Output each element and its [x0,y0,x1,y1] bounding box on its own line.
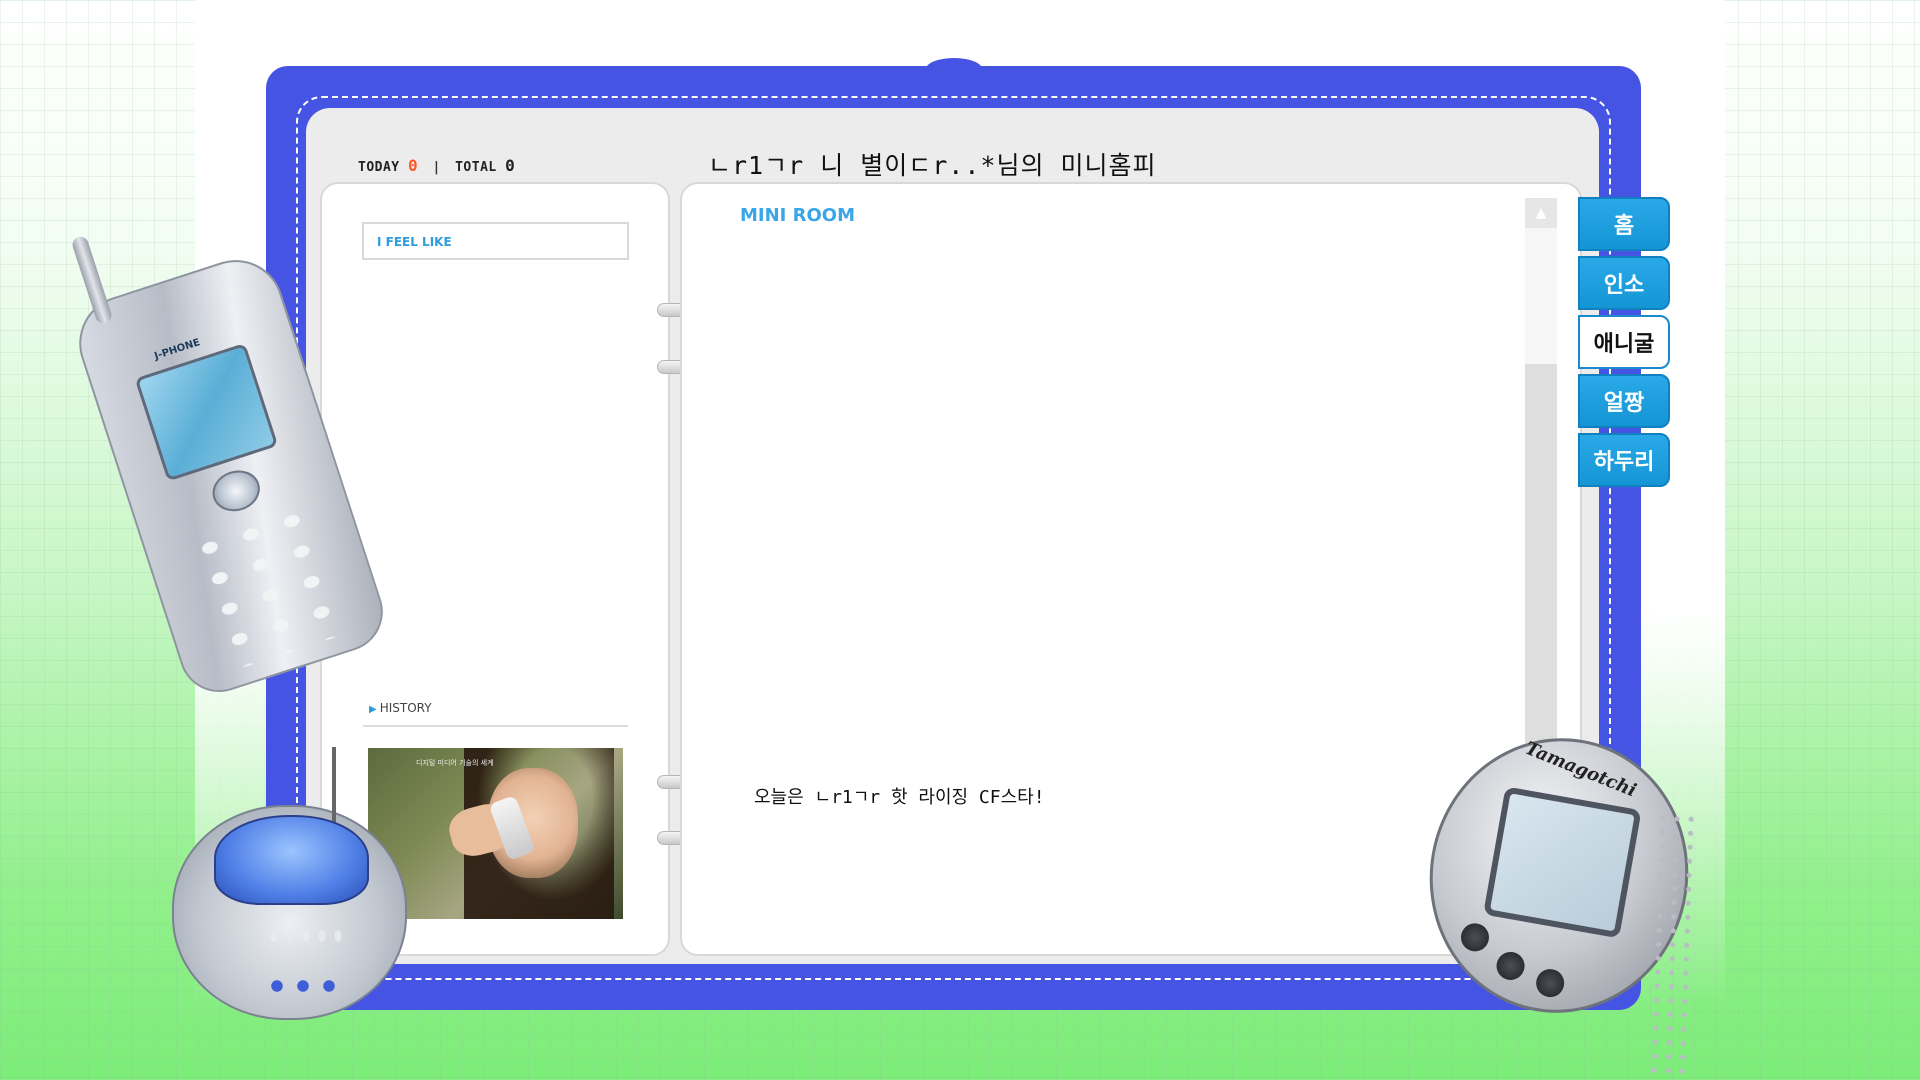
feel-label: I FEEL LIKE [377,235,452,249]
mini-room-caption: 오늘은 ㄴr1ㄱr 핫 라이징 CF스타! [754,787,1045,808]
history-photo[interactable]: 디지털 미디어 기술의 세계 [368,748,623,919]
phone-keypad [184,498,352,673]
tamagotchi-screen [1483,786,1642,939]
triangle-right-icon: ▶ [369,704,377,715]
tab-eoljjang[interactable]: 얼짱 [1578,374,1670,428]
visitor-counter: TODAY 0 | TOTAL 0 [358,156,515,175]
cd-player-image [172,747,407,1020]
tab-anigul[interactable]: 애니굴 [1578,315,1670,369]
history-label: HISTORY [379,701,432,715]
tab-haduri[interactable]: 하두리 [1578,433,1670,487]
binder-notch [926,58,982,80]
phone-dpad [207,464,266,518]
phone-screen [134,342,279,482]
tab-home[interactable]: 홈 [1578,197,1670,251]
phone-antenna [70,234,114,326]
today-count: 0 [407,156,419,175]
total-count: 0 [505,156,516,175]
stereo-antenna [332,747,336,827]
today-label: TODAY [358,160,400,175]
tamagotchi-button [1494,949,1527,983]
history-divider [363,725,628,727]
scroll-up-arrow-icon[interactable]: ▲ [1525,198,1557,228]
history-heading[interactable]: ▶ HISTORY [369,701,432,715]
scrollbar-thumb[interactable] [1525,228,1557,365]
tab-inso[interactable]: 인소 [1578,256,1670,310]
counter-separator: | [432,160,441,175]
stereo-buttons [266,925,346,947]
tamagotchi-chain [1646,811,1697,1080]
mini-room-title: MINI ROOM [740,205,856,226]
stereo-dials [264,975,344,997]
photo-caption: 디지털 미디어 기술의 세계 [416,759,494,767]
stereo-lid [214,815,369,905]
tamagotchi-button [1458,921,1492,954]
homepage-title: ㄴr1ㄱr 니 별이ㄷr..*님의 미니홈피 [708,151,1157,180]
total-label: TOTAL [455,160,497,175]
tamagotchi-button [1533,966,1567,1000]
feel-box[interactable]: I FEEL LIKE [362,222,629,260]
